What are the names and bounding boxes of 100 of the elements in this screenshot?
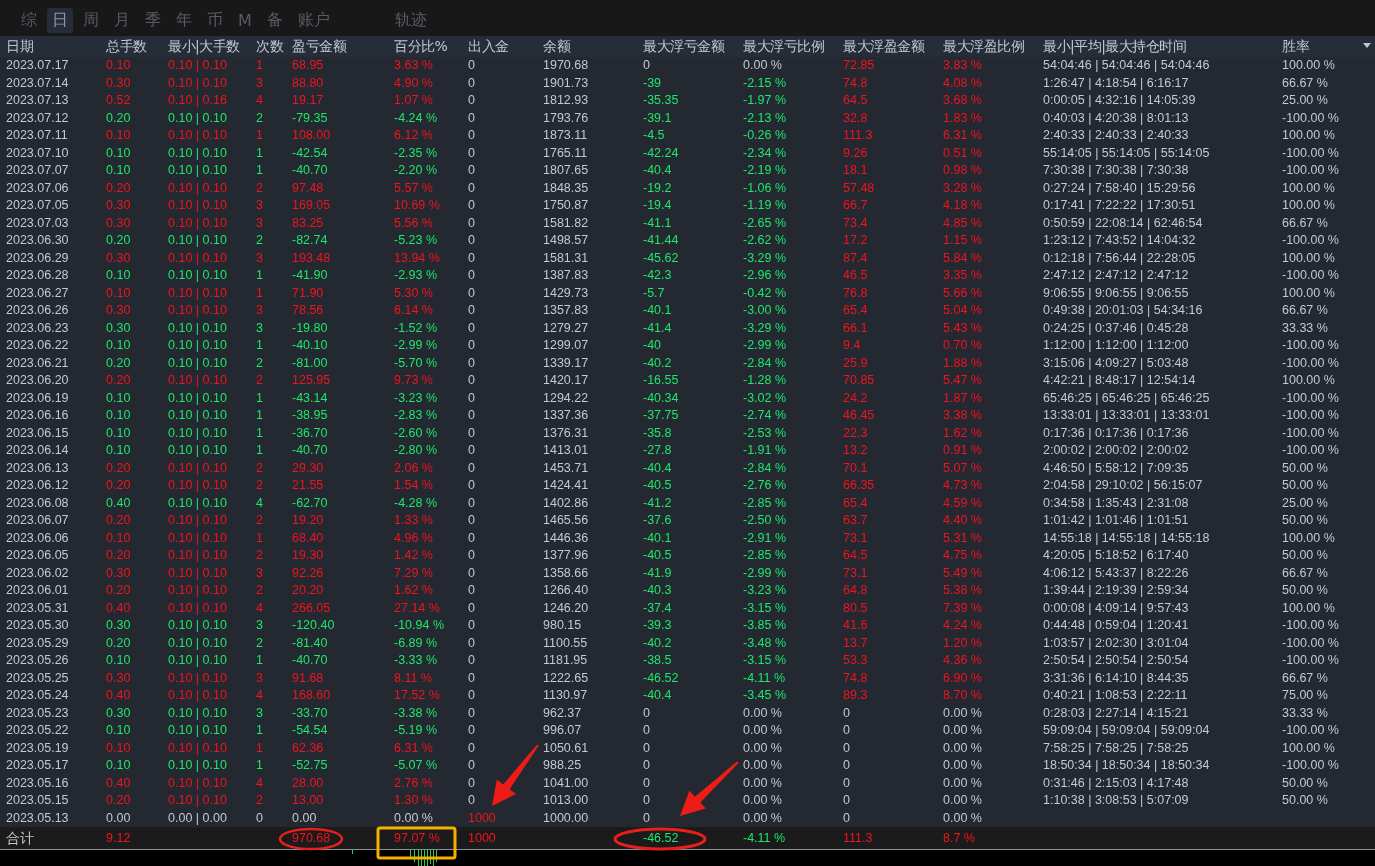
column-header[interactable]: 次数 — [256, 37, 283, 56]
table-cell: -40.4 — [643, 163, 672, 179]
table-cell: 0.10 | 0.10 — [168, 583, 227, 599]
table-cell: 66.67 % — [1282, 670, 1328, 686]
table-cell: 13.2 — [843, 443, 868, 459]
table-cell: 0 — [468, 443, 475, 459]
table-cell: 73.1 — [843, 530, 868, 546]
table-cell: -1.91 % — [743, 443, 787, 459]
table-cell: 2023.05.15 — [6, 793, 69, 809]
table-cell: -41.44 — [643, 233, 679, 249]
table-cell: -82.74 — [292, 233, 328, 249]
table-cell: 0.70 % — [943, 338, 982, 354]
table-cell: 7.29 % — [394, 565, 433, 581]
table-cell: 1:23:12 | 7:43:52 | 14:04:32 — [1043, 233, 1196, 249]
table-cell: 0 — [468, 390, 475, 406]
table-cell: 1041.00 — [543, 775, 589, 791]
table-cell: 0.30 — [106, 705, 131, 721]
table-cell: 0 — [468, 513, 475, 529]
table-cell: 100.00 % — [1282, 128, 1335, 144]
table-cell: -16.55 — [643, 373, 679, 389]
table-cell: 0.10 | 0.10 — [168, 285, 227, 301]
column-header[interactable]: 胜率 — [1282, 37, 1309, 56]
table-cell: 4 — [256, 495, 263, 511]
dropdown-icon[interactable] — [1363, 43, 1371, 48]
table-cell: 0 — [643, 810, 650, 826]
table-cell: -40 — [643, 338, 662, 354]
table-cell: 2023.06.14 — [6, 443, 69, 459]
period-tab[interactable]: 日 — [47, 8, 73, 33]
table-cell: 2023.06.15 — [6, 425, 69, 441]
table-cell: -42.24 — [643, 145, 679, 161]
table-cell: 0.98 % — [943, 163, 982, 179]
table-cell: -45.62 — [643, 250, 679, 266]
table-cell: -62.70 — [292, 495, 328, 511]
table-cell: 1901.73 — [543, 75, 589, 91]
table-cell: 0 — [468, 478, 475, 494]
column-header[interactable]: 最大浮亏比例 — [743, 37, 824, 56]
column-header[interactable]: 最大浮亏金额 — [643, 37, 724, 56]
column-header[interactable]: 百分比% — [394, 37, 448, 56]
table-cell: 25.00 % — [1282, 495, 1328, 511]
table-cell: 66.1 — [843, 320, 868, 336]
table-cell: 1750.87 — [543, 198, 589, 214]
table-cell: 0.10 | 0.10 — [168, 618, 227, 634]
table-cell: 0.00 % — [743, 810, 782, 826]
table-cell: 0:31:46 | 2:15:03 | 4:17:48 — [1043, 775, 1189, 791]
table-cell: 1377.96 — [543, 548, 589, 564]
table-cell: -40.1 — [643, 530, 672, 546]
table-cell: 0 — [468, 653, 475, 669]
table-cell: 100.00 % — [1282, 180, 1335, 196]
table-cell: -3.15 % — [743, 653, 787, 669]
table-cell: 92.26 — [292, 565, 324, 581]
table-cell: 0 — [468, 110, 475, 126]
table-cell: 1100.55 — [543, 635, 588, 651]
table-cell: 1 — [256, 285, 263, 301]
table-cell: 0.00 % — [943, 705, 982, 721]
table-cell: 1 — [256, 338, 263, 354]
table-cell: 0.00 % — [743, 705, 782, 721]
table-cell: 6.31 % — [394, 740, 433, 756]
table-cell: 2 — [256, 355, 263, 371]
table-cell: -2.84 % — [743, 355, 787, 371]
table-cell: -5.7 — [643, 285, 665, 301]
table-cell: 8.70 % — [943, 688, 982, 704]
column-header[interactable]: 总手数 — [106, 37, 147, 56]
column-header[interactable]: 最大浮盈金额 — [843, 37, 924, 56]
column-header[interactable]: 日期 — [6, 37, 33, 56]
table-cell: 2.06 % — [394, 460, 433, 476]
table-cell: 2023.06.16 — [6, 408, 69, 424]
table-cell: 0 — [843, 705, 850, 721]
table-cell: 1 — [256, 163, 263, 179]
column-header[interactable]: 最小|大手数 — [168, 37, 240, 56]
table-cell: 1246.20 — [543, 600, 589, 616]
table-cell: -2.15 % — [743, 75, 787, 91]
table-cell: 3 — [256, 618, 263, 634]
table-cell: 0 — [843, 810, 850, 826]
table-cell: -2.96 % — [743, 268, 787, 284]
table-cell: 6.12 % — [394, 128, 433, 144]
column-header[interactable]: 余额 — [543, 37, 570, 56]
column-header[interactable]: 最小|平均|最大持仓时间 — [1043, 37, 1187, 56]
table-cell: 46.45 — [843, 408, 875, 424]
table-cell: 0.10 | 0.10 — [168, 233, 227, 249]
table-cell: -41.4 — [643, 320, 672, 336]
column-header[interactable]: 出入金 — [468, 37, 509, 56]
table-cell: 0:00:08 | 4:09:14 | 9:57:43 — [1043, 600, 1189, 616]
table-cell: 97.48 — [292, 180, 324, 196]
table-cell: 0.00 % — [943, 740, 982, 756]
table-cell: 1:39:44 | 2:19:39 | 2:59:34 — [1043, 583, 1189, 599]
table-cell: 1765.11 — [543, 145, 588, 161]
table-cell: 0.20 — [106, 583, 131, 599]
table-cell: -42.3 — [643, 268, 672, 284]
table-cell: 1793.76 — [543, 110, 589, 126]
table-cell: 13.94 % — [394, 250, 440, 266]
table-cell: 100.00 % — [1282, 285, 1335, 301]
column-header[interactable]: 最大浮盈比例 — [943, 37, 1024, 56]
column-header[interactable]: 盈亏金额 — [292, 37, 346, 56]
table-cell: 2023.05.16 — [6, 775, 69, 791]
table-cell: 1807.65 — [543, 163, 589, 179]
table-cell: -1.52 % — [394, 320, 438, 336]
table-cell: 1013.00 — [543, 793, 589, 809]
table-cell: 2 — [256, 548, 263, 564]
table-cell: 0.10 | 0.10 — [168, 373, 227, 389]
table-cell: 0.00 % — [943, 793, 982, 809]
